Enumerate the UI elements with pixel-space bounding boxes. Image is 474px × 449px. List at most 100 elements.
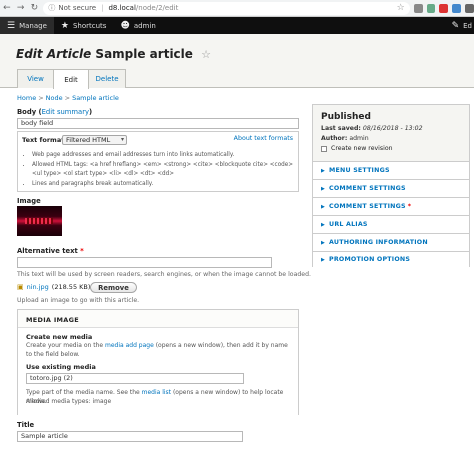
media-list-link[interactable]: media list (142, 389, 171, 396)
section-url-alias[interactable]: ▶ URL ALIAS (313, 215, 469, 233)
toolbar-edit-label: Ed (463, 21, 472, 30)
image-label: Image (17, 197, 41, 205)
section-label: URL ALIAS (329, 221, 368, 228)
last-saved-label: Last saved: (321, 125, 361, 132)
expand-triangle-icon: ▶ (321, 221, 326, 228)
browser-bar: ← → ↻ ⓘ Not secure | d8.local /node/2/ed… (0, 0, 474, 17)
author-info: Author: admin (321, 135, 369, 142)
extension-icon[interactable] (452, 3, 462, 13)
author-value: admin (349, 135, 369, 142)
section-authoring-information[interactable]: ▶ AUTHORING INFORMATION (313, 233, 469, 251)
forward-icon[interactable]: → (14, 1, 28, 15)
toolbar-manage[interactable]: ☰ Manage (0, 17, 54, 34)
breadcrumb-article[interactable]: Sample article (72, 94, 119, 102)
url-host: d8.local (108, 4, 136, 12)
url-path: /node/2/edit (135, 4, 179, 12)
expand-triangle-icon: ▶ (321, 239, 326, 246)
section-label: PROMOTION OPTIONS (329, 256, 411, 263)
shortcut-star-icon[interactable]: ☆ (201, 48, 211, 61)
media-add-page-link[interactable]: media add page (105, 342, 154, 349)
text-format-label: Text format (22, 136, 65, 144)
upload-description: Upload an image to go with this article. (17, 297, 140, 304)
image-thumbnail (17, 206, 62, 236)
edit-summary-link[interactable]: Edit summary (42, 108, 89, 116)
section-menu-settings[interactable]: ▶ MENU SETTINGS (313, 161, 469, 179)
page-title: Edit Article Sample article ☆ (16, 47, 211, 61)
reload-icon[interactable]: ↻ (28, 1, 42, 15)
toolbar-user[interactable]: ☻ admin (113, 17, 162, 34)
media-image-title: MEDIA IMAGE (26, 316, 80, 324)
new-revision-checkbox[interactable]: Create new revision (321, 145, 393, 152)
expand-triangle-icon: ▶ (321, 256, 326, 263)
text-format-wrapper: Text format Filtered HTML ▾ About text f… (17, 131, 299, 192)
use-existing-heading: Use existing media (26, 363, 96, 371)
file-entry: ▣ nin.jpg (218.55 KB) (17, 283, 90, 291)
security-label: Not secure (58, 4, 97, 12)
section-label: COMMENT SETTINGS (329, 203, 406, 210)
title-input[interactable]: Sample article (17, 431, 243, 442)
publish-status: Published (321, 112, 371, 122)
create-media-heading: Create new media (26, 333, 93, 341)
toolbar-user-label: admin (133, 21, 156, 30)
tab-view[interactable]: View (17, 69, 54, 88)
address-bar[interactable]: ⓘ Not secure | d8.local /node/2/edit ☆ (43, 1, 410, 15)
menu-icon: ☰ (7, 20, 16, 31)
extension-icon[interactable] (413, 3, 423, 13)
media-help-text-pre: Type part of the media name. See the (26, 389, 142, 396)
remove-button[interactable]: Remove (90, 282, 137, 293)
title-label: Title (17, 421, 35, 429)
media-image-content: Create new media Create your media on th… (18, 327, 298, 415)
toolbar-shortcuts[interactable]: ★ Shortcuts (54, 17, 114, 34)
tab-delete[interactable]: Delete (88, 69, 126, 88)
breadcrumb-separator: > (38, 94, 44, 102)
author-label: Author: (321, 135, 348, 142)
star-icon: ★ (60, 20, 69, 31)
back-icon[interactable]: ← (0, 1, 14, 15)
required-marker: * (407, 203, 412, 210)
text-format-select[interactable]: Filtered HTML ▾ (62, 135, 127, 145)
file-size: (218.55 KB) (51, 283, 91, 291)
format-tip: Web page addresses and email addresses t… (32, 151, 296, 160)
page-title-italic: Edit Article (16, 47, 92, 61)
extension-icon[interactable] (439, 3, 449, 13)
info-icon[interactable]: ⓘ (48, 3, 55, 13)
about-text-formats-link[interactable]: About text formats (234, 135, 293, 142)
file-link[interactable]: nin.jpg (27, 283, 49, 291)
extension-icon[interactable] (426, 3, 436, 13)
tab-edit[interactable]: Edit (53, 69, 89, 89)
body-label: Body (Edit summary) (17, 108, 93, 116)
url-separator: | (101, 4, 104, 12)
format-tip: Lines and paragraphs break automatically… (32, 180, 296, 189)
meta-sidebar: Published Last saved: 08/16/2018 - 13:02… (312, 104, 470, 267)
admin-toolbar: ☰ Manage ★ Shortcuts ☻ admin ✎ Ed (0, 17, 474, 34)
breadcrumb-node[interactable]: Node (46, 94, 63, 102)
existing-media-input[interactable]: totoro.jpg (2) (26, 373, 244, 384)
image-file-icon: ▣ (17, 283, 24, 291)
extension-icon[interactable] (465, 3, 474, 13)
breadcrumb-home[interactable]: Home (17, 94, 36, 102)
pencil-icon: ✎ (451, 20, 460, 31)
bookmark-star-icon[interactable]: ☆ (397, 3, 405, 13)
dropdown-arrow-icon: ▾ (120, 136, 124, 143)
user-icon: ☻ (120, 20, 130, 31)
breadcrumb-separator: > (64, 94, 71, 102)
alt-text-input[interactable] (17, 257, 272, 268)
section-label: AUTHORING INFORMATION (329, 239, 428, 246)
breadcrumb: Home > Node > Sample article (17, 94, 119, 102)
media-image-fieldset: MEDIA IMAGE Create new media Create your… (17, 309, 299, 415)
section-comment-settings-required[interactable]: ▶ COMMENT SETTINGS * (313, 197, 469, 215)
toolbar-edit[interactable]: ✎ Ed (445, 17, 474, 34)
format-tip: Allowed HTML tags: <a href hreflang> <em… (32, 161, 296, 179)
new-revision-label: Create new revision (331, 145, 393, 152)
section-label: MENU SETTINGS (329, 167, 390, 174)
section-promotion-options[interactable]: ▶ PROMOTION OPTIONS (313, 251, 469, 267)
toolbar-shortcuts-label: Shortcuts (72, 21, 107, 30)
page-title-plain: Sample article (95, 47, 193, 61)
expand-triangle-icon: ▶ (321, 167, 326, 174)
allowed-media-types: Allowed media types: image (26, 398, 112, 405)
checkbox-icon[interactable] (321, 145, 327, 152)
body-input[interactable]: body field (17, 118, 299, 129)
section-comment-settings[interactable]: ▶ COMMENT SETTINGS (313, 179, 469, 197)
last-saved-value: 08/16/2018 - 13:02 (362, 125, 423, 132)
format-tips-list: Web page addresses and email addresses t… (26, 151, 296, 190)
